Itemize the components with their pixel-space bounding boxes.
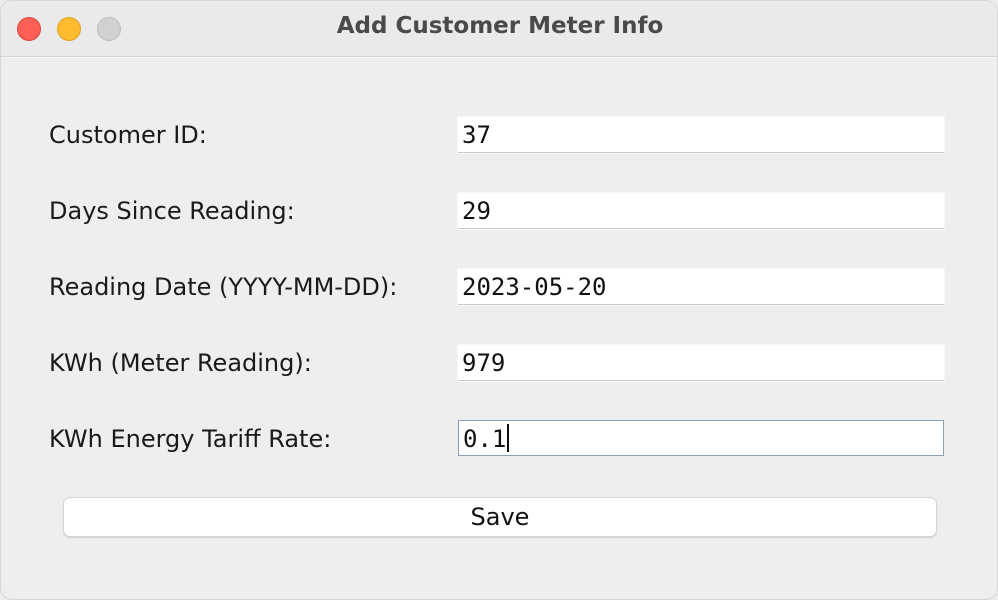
title-bar: Add Customer Meter Info	[1, 1, 997, 57]
text-caret	[507, 424, 510, 452]
kwh-meter-reading-label: KWh (Meter Reading):	[49, 349, 312, 377]
days-since-reading-input[interactable]: 29	[458, 193, 944, 229]
customer-id-input[interactable]: 37	[458, 117, 944, 153]
customer-id-label: Customer ID:	[49, 121, 207, 149]
app-window: Add Customer Meter Info Customer ID: 37 …	[0, 0, 998, 600]
kwh-meter-reading-input[interactable]: 979	[458, 345, 944, 381]
reading-date-input[interactable]: 2023-05-20	[458, 269, 944, 305]
kwh-tariff-rate-label: KWh Energy Tariff Rate:	[49, 425, 332, 453]
reading-date-value: 2023-05-20	[462, 273, 607, 301]
days-since-reading-label: Days Since Reading:	[49, 197, 295, 225]
reading-date-label: Reading Date (YYYY-MM-DD):	[49, 273, 398, 301]
window-title: Add Customer Meter Info	[336, 13, 664, 39]
kwh-tariff-rate-input[interactable]: 0.1	[458, 420, 944, 456]
customer-id-value: 37	[462, 121, 491, 149]
kwh-meter-reading-value: 979	[462, 349, 506, 377]
days-since-reading-value: 29	[462, 197, 491, 225]
save-button[interactable]: Save	[63, 497, 937, 537]
kwh-tariff-rate-value: 0.1	[463, 425, 507, 453]
